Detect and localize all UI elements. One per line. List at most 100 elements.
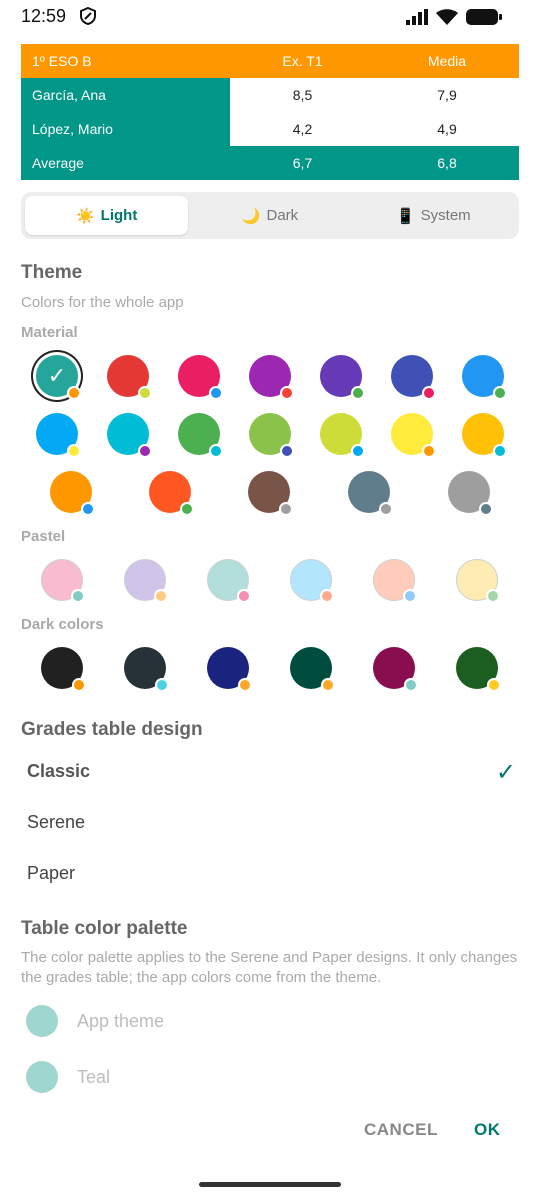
theme-title: Theme — [21, 262, 83, 283]
palette-color-circle — [26, 1005, 58, 1037]
header-cell-exam: Ex. T1 — [230, 44, 375, 78]
theme-color-swatch[interactable] — [107, 413, 152, 458]
material-group-label: Material — [21, 324, 78, 341]
accent-dot — [279, 502, 293, 516]
table-row: López, Mario 4,2 4,9 — [21, 112, 519, 146]
accent-dot — [154, 589, 168, 603]
status-indicators — [406, 8, 502, 31]
swatch-row: ✓ — [0, 355, 540, 403]
theme-color-swatch[interactable] — [320, 413, 365, 458]
theme-color-swatch[interactable] — [249, 413, 294, 458]
wifi-icon — [436, 8, 458, 31]
accent-dot — [493, 444, 507, 458]
dark-swatches — [0, 647, 540, 695]
theme-color-swatch[interactable] — [320, 355, 365, 400]
average-row: Average 6,7 6,8 — [21, 146, 519, 180]
palette-title: Table color palette — [21, 918, 188, 939]
shield-icon — [80, 6, 96, 30]
theme-color-swatch[interactable] — [149, 471, 194, 516]
theme-color-swatch[interactable] — [391, 355, 436, 400]
theme-color-swatch[interactable] — [178, 355, 223, 400]
theme-color-swatch[interactable] — [290, 559, 334, 603]
ok-button[interactable]: OK — [474, 1120, 501, 1140]
design-option-classic[interactable]: Classic — [27, 761, 90, 782]
average-cell: 6,7 — [230, 146, 375, 180]
mode-label: Light — [100, 207, 138, 224]
check-icon: ✓ — [47, 363, 67, 388]
theme-color-swatch[interactable] — [456, 559, 500, 603]
palette-option-app-theme[interactable]: App theme — [26, 1005, 164, 1037]
theme-color-swatch[interactable] — [178, 413, 223, 458]
theme-color-swatch[interactable] — [41, 559, 85, 603]
accent-dot — [486, 589, 500, 603]
home-indicator[interactable] — [199, 1182, 341, 1187]
theme-color-swatch[interactable] — [41, 647, 86, 692]
accent-dot — [71, 589, 85, 603]
swatch-row — [0, 471, 540, 519]
accent-dot — [72, 678, 86, 692]
theme-color-swatch[interactable] — [207, 647, 252, 692]
average-label: Average — [21, 146, 230, 180]
accent-dot — [209, 444, 223, 458]
theme-color-swatch[interactable] — [448, 471, 493, 516]
accent-dot — [280, 386, 294, 400]
accent-dot — [487, 678, 501, 692]
accent-dot — [155, 678, 169, 692]
average-cell: 6,8 — [375, 146, 519, 180]
accent-dot — [422, 386, 436, 400]
status-bar: 12:59 — [0, 0, 540, 34]
design-option-serene[interactable]: Serene — [27, 812, 85, 833]
dark-group-label: Dark colors — [21, 616, 104, 633]
grades-table-header: 1º ESO B Ex. T1 Media — [21, 44, 519, 78]
theme-color-swatch[interactable] — [373, 559, 417, 603]
accent-dot — [321, 678, 335, 692]
theme-color-swatch[interactable] — [290, 647, 335, 692]
mode-label: System — [420, 207, 471, 224]
status-time: 12:59 — [21, 6, 67, 26]
theme-color-swatch[interactable] — [462, 413, 507, 458]
palette-color-circle — [26, 1061, 58, 1093]
mode-light-option[interactable]: ☀️ Light — [25, 196, 189, 235]
design-title: Grades table design — [21, 719, 203, 740]
theme-color-swatch[interactable] — [462, 355, 507, 400]
accent-dot — [351, 386, 365, 400]
theme-color-swatch[interactable]: ✓ — [36, 355, 81, 400]
accent-dot — [403, 589, 417, 603]
header-cell-class: 1º ESO B — [21, 44, 230, 78]
design-option-paper[interactable]: Paper — [27, 863, 75, 884]
accent-dot — [81, 502, 95, 516]
theme-color-swatch[interactable] — [207, 559, 251, 603]
theme-color-swatch[interactable] — [107, 355, 152, 400]
theme-color-swatch[interactable] — [249, 355, 294, 400]
mode-system-option[interactable]: 📱 System — [352, 196, 515, 235]
signal-icon — [406, 9, 428, 30]
grade-cell: 4,9 — [375, 112, 519, 146]
palette-description: The color palette applies to the Serene … — [21, 949, 518, 986]
palette-option-teal[interactable]: Teal — [26, 1061, 110, 1093]
accent-dot — [422, 444, 436, 458]
cancel-button[interactable]: CANCEL — [364, 1120, 438, 1140]
table-row: García, Ana 8,5 7,9 — [21, 78, 519, 112]
accent-dot — [138, 386, 152, 400]
theme-color-swatch[interactable] — [36, 413, 81, 458]
theme-color-swatch[interactable] — [50, 471, 95, 516]
student-name: López, Mario — [21, 112, 230, 146]
palette-option-label: App theme — [77, 1010, 165, 1031]
moon-icon: 🌙 — [241, 207, 261, 225]
palette-option-label: Teal — [77, 1066, 111, 1087]
swatch-row — [0, 413, 540, 461]
theme-color-swatch[interactable] — [124, 559, 168, 603]
accent-dot — [180, 502, 194, 516]
accent-dot — [280, 444, 294, 458]
theme-color-swatch[interactable] — [456, 647, 501, 692]
accent-dot — [479, 502, 493, 516]
grade-cell: 4,2 — [230, 112, 375, 146]
theme-color-swatch[interactable] — [348, 471, 393, 516]
theme-color-swatch[interactable] — [373, 647, 418, 692]
accent-dot — [138, 444, 152, 458]
theme-color-swatch[interactable] — [248, 471, 293, 516]
accent-dot — [237, 589, 251, 603]
theme-color-swatch[interactable] — [391, 413, 436, 458]
theme-color-swatch[interactable] — [124, 647, 169, 692]
mode-dark-option[interactable]: 🌙 Dark — [188, 196, 351, 235]
